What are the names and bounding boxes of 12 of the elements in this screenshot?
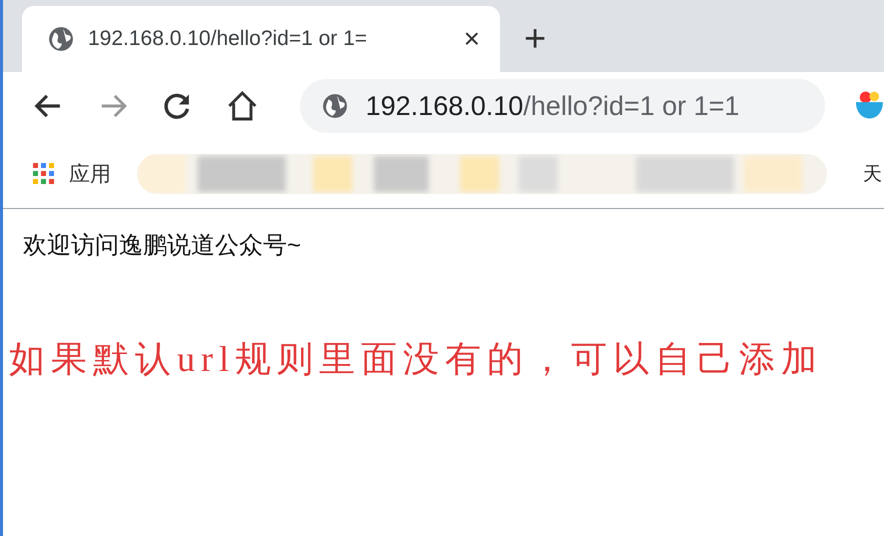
annotation-text: 如果默认url规则里面没有的，可以自己添加 [9,338,823,381]
new-tab-button[interactable]: + [524,20,546,58]
address-bar[interactable]: 192.168.0.10/hello?id=1 or 1=1 [300,79,826,133]
tab-title: 192.168.0.10/hello?id=1 or 1= [88,27,368,51]
bookmark-label[interactable]: 天 [863,161,882,187]
apps-label[interactable]: 应用 [69,160,111,188]
globe-icon [48,26,74,52]
browser-tab[interactable]: 192.168.0.10/hello?id=1 or 1= × [22,6,500,72]
apps-grid-icon[interactable] [33,163,55,185]
close-button[interactable]: × [464,23,480,55]
globe-icon [322,93,348,119]
welcome-text: 欢迎访问逸鹏说道公众号~ [23,231,302,261]
